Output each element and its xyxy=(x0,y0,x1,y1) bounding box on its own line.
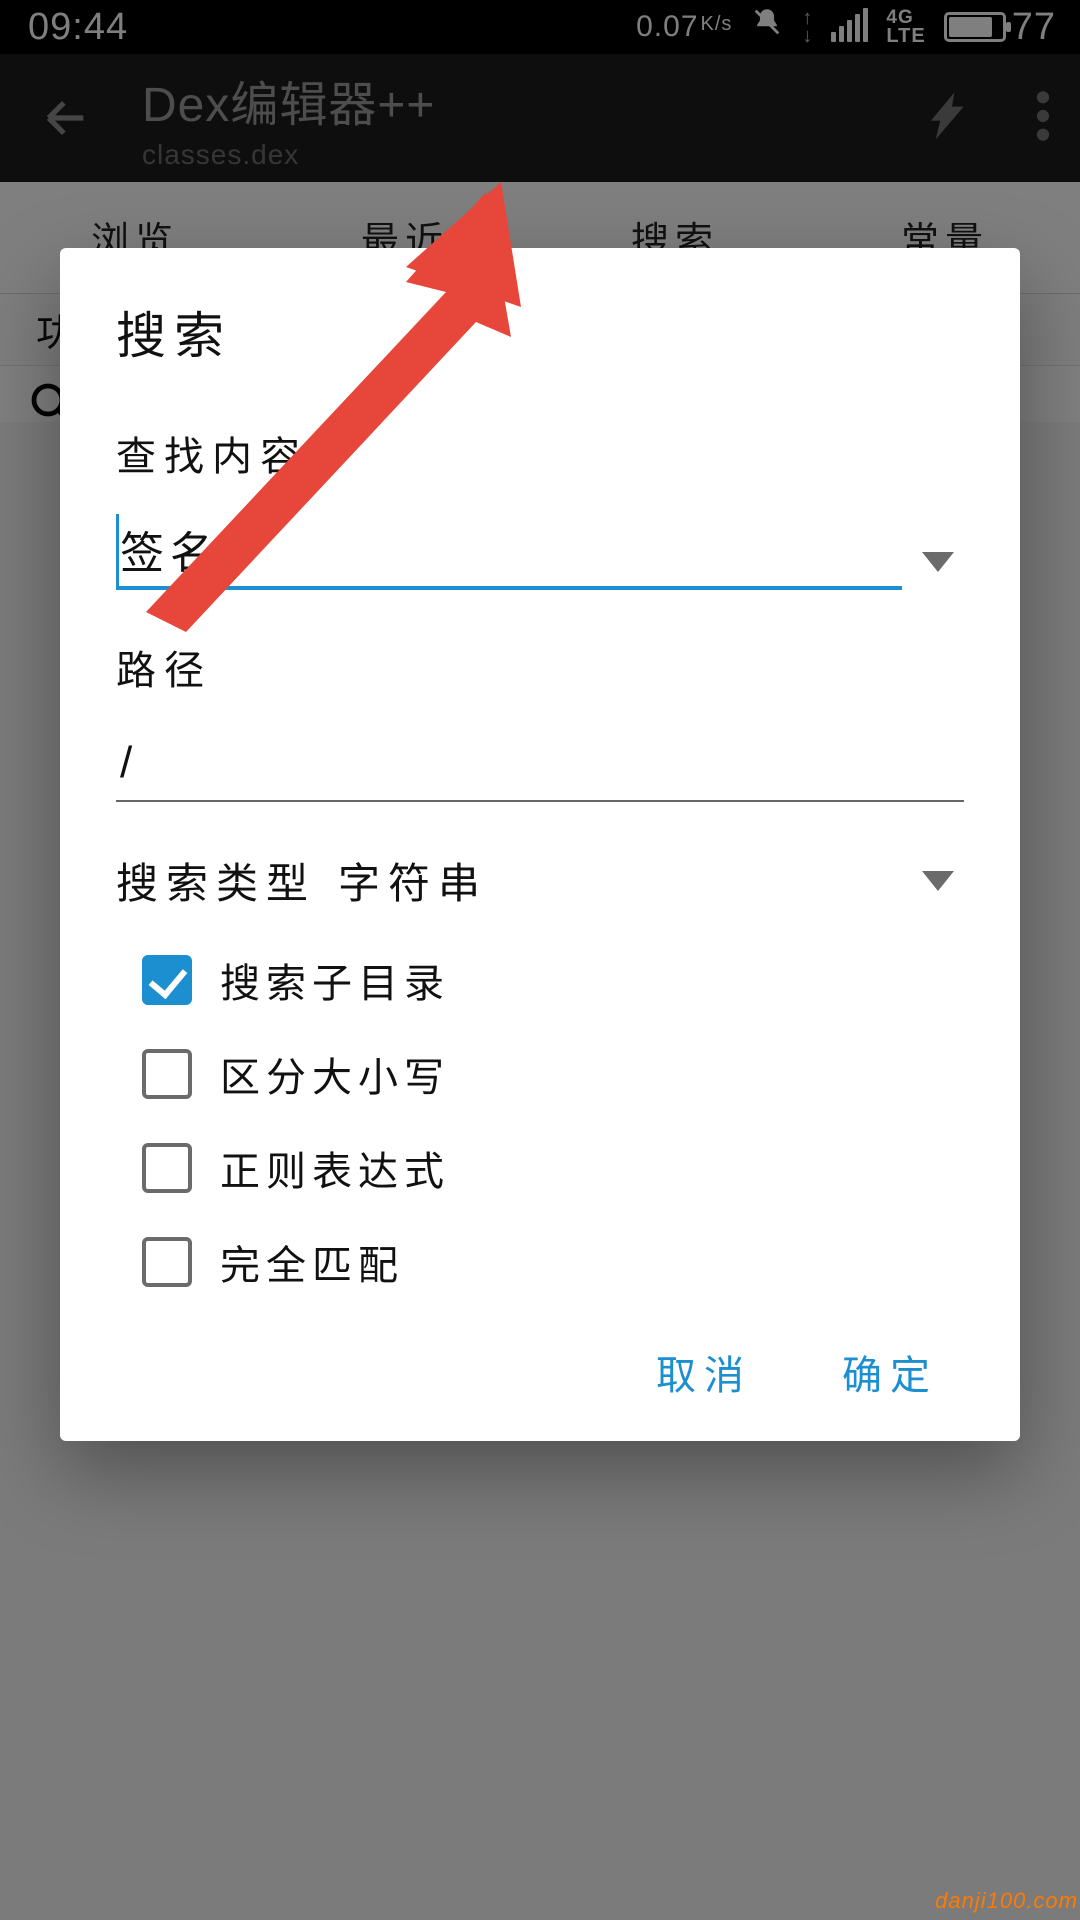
checkbox-label: 区分大小写 xyxy=(220,1045,450,1103)
search-type-dropdown[interactable]: 搜索类型 字符串 xyxy=(116,850,964,911)
search-dialog: 搜索 查找内容 路径 搜索类型 字符串 搜索子目录 区分大小写 正则表达式 完全… xyxy=(60,248,1020,1441)
checkbox-search-subdir[interactable]: 搜索子目录 xyxy=(142,951,964,1009)
checkbox-icon xyxy=(142,1237,192,1287)
find-content-input[interactable] xyxy=(116,514,902,590)
find-content-label: 查找内容 xyxy=(116,424,964,482)
checkbox-case-sensitive[interactable]: 区分大小写 xyxy=(142,1045,964,1103)
checkbox-label: 完全匹配 xyxy=(220,1233,404,1291)
checkbox-icon xyxy=(142,955,192,1005)
cancel-button[interactable]: 取消 xyxy=(656,1343,752,1401)
checkbox-label: 搜索子目录 xyxy=(220,951,450,1009)
chevron-down-icon xyxy=(922,871,954,891)
checkbox-label: 正则表达式 xyxy=(220,1139,450,1197)
watermark: danji100.com xyxy=(935,1888,1080,1914)
path-label: 路径 xyxy=(116,638,964,696)
checkbox-icon xyxy=(142,1049,192,1099)
checkbox-regex[interactable]: 正则表达式 xyxy=(142,1139,964,1197)
path-input[interactable] xyxy=(116,728,964,802)
checkbox-exact-match[interactable]: 完全匹配 xyxy=(142,1233,964,1291)
find-history-dropdown-icon[interactable] xyxy=(922,552,954,572)
ok-button[interactable]: 确定 xyxy=(842,1343,938,1401)
search-type-value: 字符串 xyxy=(338,850,488,911)
search-type-label: 搜索类型 xyxy=(116,850,316,911)
checkbox-icon xyxy=(142,1143,192,1193)
dialog-title: 搜索 xyxy=(116,296,964,368)
